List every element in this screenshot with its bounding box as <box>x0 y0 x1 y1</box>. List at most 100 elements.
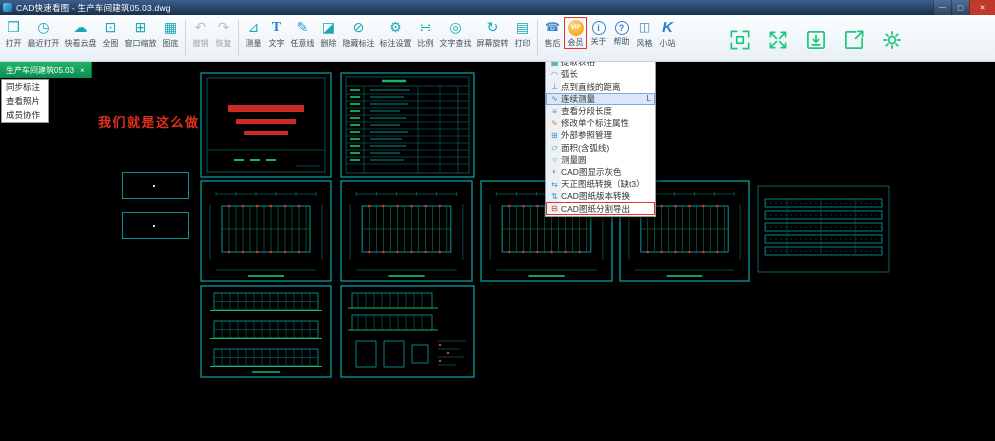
settings-icon[interactable] <box>878 26 905 53</box>
menu-item-icon: ⊟ <box>548 204 561 213</box>
menu-item-icon: ▱ <box>548 143 561 152</box>
vip-dropdown-menu: T 提取文字 ▦ 提取表格 ◠ 弧长 ⊥ 点到直线的距离 ∿ 连续测量 L ≡ <box>545 42 656 217</box>
toolbar-button[interactable]: ⊿ 测量 <box>242 17 265 50</box>
mini-menu-item-label: 成员协作 <box>6 110 40 120</box>
drawing-canvas[interactable]: 我们就是这么做的 <box>0 62 995 441</box>
toolbar-button[interactable]: ◪ 删除 <box>317 17 340 50</box>
tab-document[interactable]: 生产车间建筑05.03 × <box>0 62 92 78</box>
toolbar-button-label: 打印 <box>515 38 531 49</box>
mini-menu-item[interactable]: 成员协作 <box>2 108 48 122</box>
vip-menu-item[interactable]: ▱ 面积(含弧线) <box>546 142 655 154</box>
toolbar-button[interactable]: K 小站 <box>656 17 679 50</box>
toolbar-icon: ⊿ <box>246 18 262 37</box>
toolbar-icon: ▤ <box>515 18 531 37</box>
toolbar-button[interactable]: ⊡ 全图 <box>99 17 122 50</box>
menu-item-label: 修改单个标注属性 <box>561 117 629 129</box>
toolbar-button[interactable]: ↶ 撤销 <box>189 17 212 50</box>
vip-menu-item[interactable]: ⊥ 点到直线的距离 <box>546 81 655 93</box>
vip-menu-item[interactable]: ⇆ 天正图纸转换（缺t3） <box>546 178 655 190</box>
menu-item-label: 弧长 <box>561 68 578 80</box>
toolbar-button[interactable]: ↷ 恢复 <box>212 17 235 50</box>
vip-menu-item[interactable]: ≡ 查看分段长度 <box>546 105 655 117</box>
toolbar-button[interactable]: ✎ 任意线 <box>288 17 317 50</box>
vip-menu-item[interactable]: ✎ 修改单个标注属性 <box>546 117 655 129</box>
toolbar-button-label: 打开 <box>6 38 22 49</box>
toolbar-button[interactable]: ☁ 快看云盘 <box>62 17 99 50</box>
qr-scan-icon[interactable] <box>726 26 753 53</box>
toolbar-icon: ◎ <box>448 18 464 37</box>
toolbar-button[interactable]: ◫ 风格 <box>633 17 656 50</box>
toolbar-button[interactable]: ⊘ 隐藏标注 <box>340 17 377 50</box>
toolbar-button-label: 售后 <box>545 38 561 49</box>
toolbar-button-label: 快看云盘 <box>65 38 97 49</box>
fullscreen-icon[interactable] <box>764 26 791 53</box>
toolbar-button[interactable]: ⊞ 窗口缩放 <box>122 17 159 50</box>
cad-drawing-strip-elevation[interactable] <box>757 185 890 273</box>
cad-drawing-floor-plan-2[interactable] <box>340 180 473 282</box>
toolbar-button-label: 会员 <box>568 37 584 48</box>
cad-drawing-floor-plan-1[interactable] <box>200 180 332 282</box>
toolbar-icon: ∺ <box>418 18 434 37</box>
toolbar-icon: VIP <box>568 20 584 36</box>
menu-item-shortcut: L <box>643 94 651 103</box>
cad-drawing-table-sheet[interactable] <box>340 72 475 178</box>
vip-menu-item[interactable]: ⇅ CAD图纸版本转换 <box>546 190 655 202</box>
toolbar-button[interactable]: ▦ 图底 <box>159 17 182 50</box>
cad-drawing-detail-sheet[interactable] <box>340 285 475 378</box>
toolbar-button-label: 标注设置 <box>380 38 412 49</box>
toolbar-button[interactable]: ▤ 打印 <box>511 17 534 50</box>
vip-menu-item[interactable]: ⊟ CAD图纸分割导出 <box>546 202 655 214</box>
cad-drawing-elevation-sheet[interactable] <box>200 285 332 378</box>
toolbar-button[interactable]: ◎ 文字查找 <box>437 17 474 50</box>
toolbar-button[interactable]: i 关于 <box>587 17 610 48</box>
maximize-button[interactable]: ▢ <box>951 0 969 15</box>
toolbar-button-label: 窗口缩放 <box>125 38 157 49</box>
close-button[interactable]: ✕ <box>969 0 995 15</box>
toolbar-button-label: 任意线 <box>291 38 315 49</box>
export-icon[interactable] <box>840 26 867 53</box>
toolbar-separator <box>537 20 538 56</box>
menu-item-icon: ⊥ <box>548 82 561 91</box>
mini-menu-item[interactable]: 同步标注 <box>2 80 48 94</box>
menu-item-icon: ◠ <box>548 70 561 79</box>
menu-item-label: CAD图纸分割导出 <box>561 203 630 215</box>
vip-menu-item[interactable]: ◠ 弧长 <box>546 68 655 80</box>
toolbar-separator <box>185 20 186 56</box>
app-logo-icon <box>3 3 12 12</box>
toolbar-separator <box>238 20 239 56</box>
quick-action-bar <box>726 26 905 53</box>
vip-menu-item[interactable]: ○ 测量圆 <box>546 154 655 166</box>
toolbar-icon: ↷ <box>216 18 232 37</box>
toolbar-button-label: 删除 <box>321 38 337 49</box>
toolbar-button[interactable]: ↻ 屏幕旋转 <box>474 17 511 50</box>
toolbar-icon: ☎ <box>545 18 561 37</box>
toolbar-button[interactable]: T 文字 <box>265 17 288 50</box>
toolbar-button-label: 屏幕旋转 <box>477 38 509 49</box>
toolbar-icon: ↻ <box>485 18 501 37</box>
toolbar-button[interactable]: VIP 会员 <box>564 17 587 49</box>
minimize-button[interactable]: — <box>933 0 951 15</box>
toolbar-button-label: 恢复 <box>216 38 232 49</box>
toolbar-button[interactable]: ∺ 比例 <box>414 17 437 50</box>
toolbar-button[interactable]: ◷ 最近打开 <box>25 17 62 50</box>
tab-close-icon[interactable]: × <box>80 66 85 75</box>
toolbar-button-label: 帮助 <box>614 36 630 47</box>
save-icon[interactable] <box>802 26 829 53</box>
menu-item-icon: ∿ <box>548 94 561 103</box>
cad-drawing-cover-sheet[interactable] <box>200 72 332 178</box>
menu-item-icon: ⇆ <box>548 180 561 189</box>
toolbar-icon: ◫ <box>637 18 653 37</box>
vip-menu-item[interactable]: ◐ CAD图显示灰色 <box>546 166 655 178</box>
context-mini-menu: 同步标注 查看照片 成员协作 <box>1 79 49 123</box>
toolbar-icon: i <box>592 21 606 35</box>
vip-menu-item[interactable]: ⊞ 外部参照管理 <box>546 129 655 141</box>
toolbar-button[interactable]: ☎ 售后 <box>541 17 564 50</box>
vip-menu-item[interactable]: ∿ 连续测量 L <box>546 93 655 105</box>
mini-menu-item[interactable]: 查看照片 <box>2 94 48 108</box>
toolbar-button-label: 隐藏标注 <box>343 38 375 49</box>
canvas-slogan-text: 我们就是这么做的 <box>98 112 214 131</box>
toolbar-button[interactable]: ❒ 打开 <box>2 17 25 50</box>
cad-drawing-small-block-1 <box>122 172 189 199</box>
toolbar-button[interactable]: ⚙ 标注设置 <box>377 17 414 50</box>
toolbar-button[interactable]: ? 帮助 <box>610 17 633 48</box>
